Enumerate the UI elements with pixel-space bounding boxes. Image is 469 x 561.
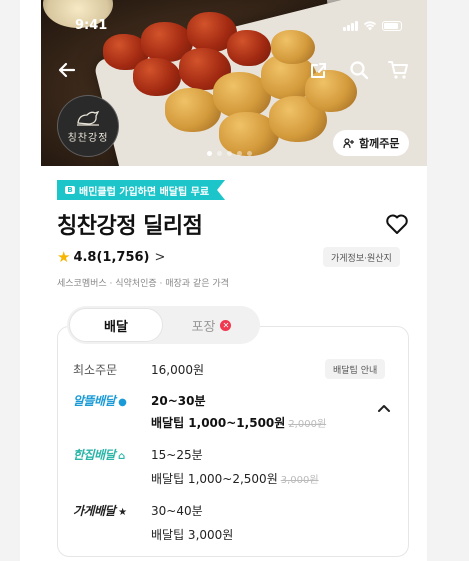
store-delivery-time: 30~40분 — [151, 504, 203, 518]
alddle-original-tip: 2,000원 — [288, 419, 327, 430]
alddle-delivery-logo: 알뜰배달 ● — [73, 394, 127, 408]
pager-dot[interactable] — [247, 151, 252, 156]
image-pager-dots — [207, 151, 252, 156]
phone-screen: 9:41 칭찬강정 함께주문 B 배민클럽 가입하면 배달팁 무료 칭찬강정 딜… — [41, 0, 427, 561]
hanjib-delivery-logo: 한집배달 ⌂ — [73, 448, 125, 462]
pager-dot[interactable] — [237, 151, 242, 156]
group-order-button[interactable]: 함께주문 — [333, 130, 410, 156]
wifi-icon — [363, 21, 377, 31]
rating-summary[interactable]: ★ 4.8(1,756) > — [57, 248, 165, 266]
store-delivery-tip: 배달팁 3,000원 — [151, 528, 234, 542]
store-delivery-label: 가게배달 — [73, 504, 116, 518]
battery-icon — [382, 21, 402, 31]
store-delivery-logo: 가게배달 ★ — [73, 504, 127, 518]
favorite-heart-icon[interactable] — [385, 213, 409, 235]
arrow-left-icon — [58, 62, 76, 78]
chevron-right-icon: > — [154, 249, 166, 265]
hanjib-delivery-time: 15~25분 — [151, 448, 203, 462]
search-button[interactable] — [347, 58, 371, 82]
min-order-label: 최소주문 — [73, 363, 118, 377]
status-time: 9:41 — [75, 18, 108, 33]
group-order-label: 함께주문 — [359, 137, 400, 150]
store-info-button[interactable]: 가게정보·원산지 — [323, 247, 400, 267]
pager-dot[interactable] — [217, 151, 222, 156]
share-button[interactable] — [307, 58, 331, 82]
search-icon — [350, 61, 369, 80]
store-meta-tags: 세스코멤버스 · 식약처인증 · 매장과 같은 가격 — [57, 279, 229, 289]
chicken-logo-icon — [77, 110, 100, 126]
cart-button[interactable] — [387, 58, 411, 82]
alddle-delivery-label: 알뜰배달 — [73, 394, 116, 408]
share-icon — [311, 63, 326, 78]
back-button[interactable] — [55, 58, 79, 82]
chevron-up-icon[interactable] — [376, 402, 392, 414]
tab-pickup[interactable]: 포장 ✕ — [165, 308, 258, 342]
hanjib-original-tip: 3,000원 — [280, 475, 319, 486]
cart-icon — [388, 61, 408, 79]
club-icon: B — [65, 186, 75, 194]
delivery-tip-guide-button[interactable]: 배달팁 안내 — [325, 359, 386, 379]
left-background — [0, 0, 20, 561]
logo-text: 칭찬강정 — [67, 132, 109, 144]
pager-dot[interactable] — [227, 151, 232, 156]
min-order-value: 16,000원 — [151, 363, 205, 377]
people-icon — [343, 138, 354, 149]
tab-pickup-label: 포장 — [191, 319, 216, 335]
alddle-tip-value: 배달팁 1,000~1,500원 — [151, 416, 286, 430]
signal-icon — [343, 21, 358, 31]
star-icon: ★ — [57, 248, 71, 266]
promo-text: 배민클럽 가입하면 배달팁 무료 — [79, 186, 210, 198]
pager-dot[interactable] — [207, 151, 212, 156]
store-logo: 칭찬강정 — [57, 95, 119, 157]
hanjib-delivery-label: 한집배달 — [73, 448, 116, 462]
alddle-delivery-tip: 배달팁 1,000~1,500원 2,000원 — [151, 414, 326, 431]
hanjib-tip-value: 배달팁 1,000~2,500원 — [151, 472, 278, 486]
store-hero-image: 9:41 칭찬강정 함께주문 — [41, 0, 427, 166]
food-piece — [227, 30, 271, 66]
pickup-unavailable-icon: ✕ — [220, 319, 232, 331]
tab-delivery[interactable]: 배달 — [69, 308, 163, 342]
alddle-delivery-time: 20~30분 — [151, 394, 206, 408]
promo-badge[interactable]: B 배민클럽 가입하면 배달팁 무료 — [57, 180, 225, 200]
food-piece — [133, 58, 181, 96]
order-type-tabs: 배달 포장 ✕ — [67, 306, 260, 344]
status-icons — [343, 20, 402, 31]
rating-value: 4.8(1,756) — [73, 249, 150, 265]
hanjib-delivery-tip: 배달팁 1,000~2,500원 3,000원 — [151, 470, 319, 487]
store-name: 칭찬강정 딜리점 — [57, 214, 203, 239]
